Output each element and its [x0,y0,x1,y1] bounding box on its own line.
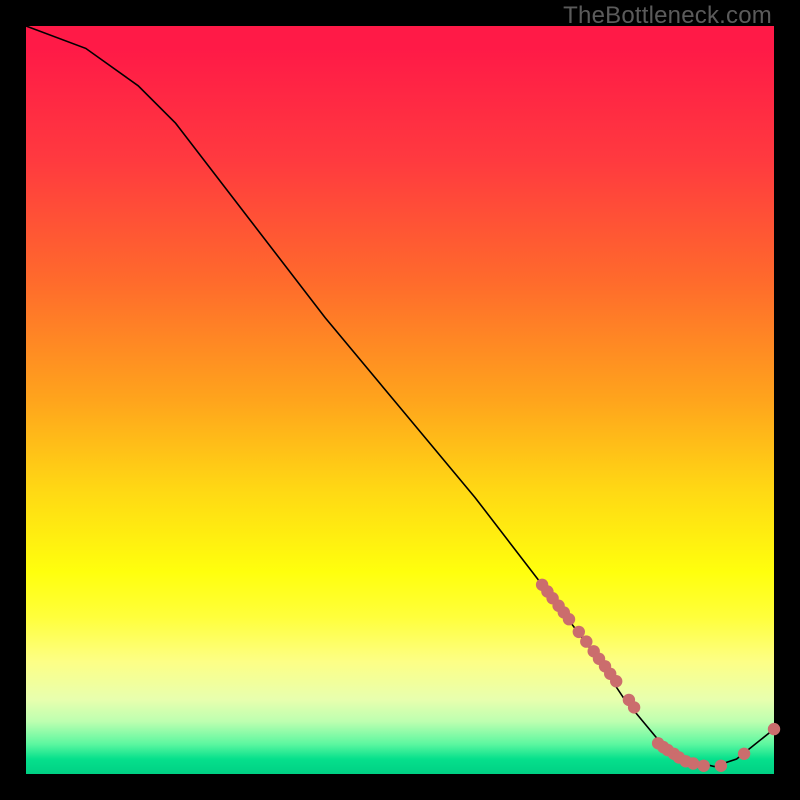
data-marker [738,748,750,760]
data-marker [698,760,710,772]
watermark-text: TheBottleneck.com [563,2,772,30]
bottleneck-curve [26,26,774,767]
data-marker [768,723,780,735]
data-marker [573,626,585,638]
data-marker [563,613,575,625]
data-marker [628,701,640,713]
chart-stage: TheBottleneck.com [0,0,800,800]
data-marker [610,675,622,687]
chart-overlay [26,26,774,774]
data-marker [687,757,699,769]
data-marker [715,760,727,772]
marker-layer [536,579,780,772]
plot-area [26,26,774,774]
